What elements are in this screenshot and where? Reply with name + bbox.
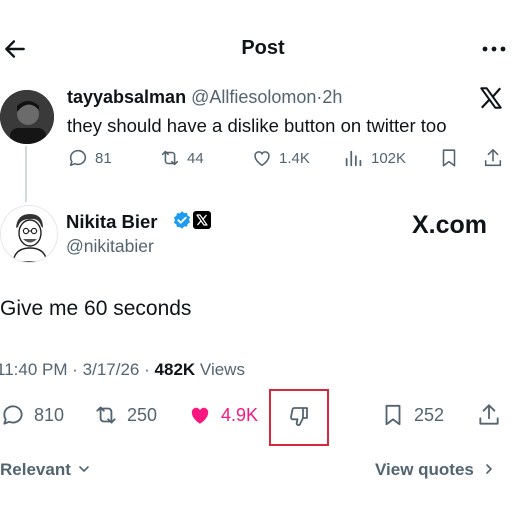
post-replies-count: 810 xyxy=(34,404,65,425)
post-author-name[interactable]: Nikita Bier xyxy=(66,211,158,233)
sort-dropdown[interactable]: Relevant xyxy=(0,460,90,480)
reply-likes-button[interactable]: 1.4K xyxy=(251,147,310,169)
more-icon xyxy=(482,46,506,52)
post-likes-button[interactable]: 4.9K xyxy=(187,402,258,428)
view-quotes-link[interactable]: View quotes xyxy=(375,460,495,480)
bookmark-icon xyxy=(442,149,456,167)
dislike-icon xyxy=(290,407,308,426)
repost-icon xyxy=(161,150,179,166)
verified-icon xyxy=(172,210,192,230)
heart-icon xyxy=(191,407,209,424)
post-likes-count: 4.9K xyxy=(221,404,259,425)
reply-reposts-count: 44 xyxy=(187,149,204,167)
post-views-label: Views xyxy=(199,360,245,379)
post-reposts-button[interactable]: 250 xyxy=(93,402,157,428)
reply-author-avatar[interactable] xyxy=(0,90,54,144)
post-author-handle[interactable]: @nikitabier xyxy=(66,236,154,257)
reply-likes-count: 1.4K xyxy=(279,149,310,167)
chevron-down-icon xyxy=(78,466,89,472)
reply-author-handle[interactable]: @Allfiesolomon xyxy=(191,87,316,107)
reply-author-name[interactable]: tayyabsalman xyxy=(67,87,186,107)
reply-icon xyxy=(69,149,87,167)
more-button[interactable] xyxy=(480,36,508,62)
reply-replies-count: 81 xyxy=(95,149,112,167)
reply-text: they should have a dislike button on twi… xyxy=(67,115,447,136)
reply-views-button[interactable]: 102K xyxy=(343,147,406,169)
post-text: Give me 60 seconds xyxy=(0,297,192,320)
meta-dot-2: · xyxy=(144,360,150,379)
reply-reposts-button[interactable]: 44 xyxy=(159,147,204,169)
view-quotes-label: View quotes xyxy=(375,460,474,479)
post-time[interactable]: 11:40 PM xyxy=(0,360,68,379)
chevron-right-icon xyxy=(485,464,492,474)
sort-label: Relevant xyxy=(0,460,71,479)
views-icon xyxy=(345,150,362,167)
reply-views-count: 102K xyxy=(371,149,407,167)
post-share-button[interactable] xyxy=(476,402,502,428)
reply-time: 2h xyxy=(322,87,343,107)
x-logo-icon xyxy=(478,85,504,111)
x-com-brand: X.com xyxy=(412,211,488,239)
reply-icon xyxy=(3,405,23,425)
heart-icon xyxy=(254,151,270,167)
post-date[interactable]: 3/17/26 xyxy=(83,360,140,379)
post-replies-button[interactable]: 810 xyxy=(0,402,64,428)
post-bookmark-button[interactable]: 252 xyxy=(380,402,444,428)
reply-author-line[interactable]: tayyabsalman @Allfiesolomon·2h xyxy=(67,87,342,108)
page-title: Post xyxy=(241,37,285,59)
post-author-avatar[interactable] xyxy=(0,205,58,263)
share-icon xyxy=(479,404,499,425)
bookmark-icon xyxy=(385,404,401,426)
dislike-button[interactable] xyxy=(287,404,311,428)
post-bookmarks-count: 252 xyxy=(414,404,445,425)
post-meta: 11:40 PM · 3/17/26 · 482K Views xyxy=(0,360,245,380)
reply-share-button[interactable] xyxy=(482,147,504,169)
post-views-count: 482K xyxy=(154,360,196,379)
thread-connector xyxy=(25,146,27,202)
reply-bookmark-button[interactable] xyxy=(438,147,460,169)
post-reposts-count: 250 xyxy=(127,404,158,425)
affiliate-x-icon[interactable] xyxy=(193,211,211,229)
reply-replies-button[interactable]: 81 xyxy=(67,147,112,169)
meta-dot-1: · xyxy=(72,360,78,379)
repost-icon xyxy=(96,406,116,424)
share-icon xyxy=(484,148,502,167)
